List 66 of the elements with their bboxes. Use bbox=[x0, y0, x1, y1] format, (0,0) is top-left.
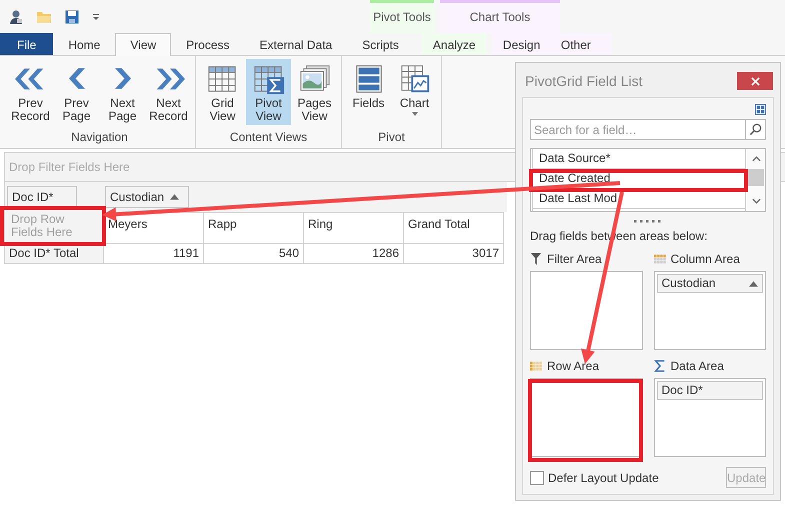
value-cell: 1191 bbox=[104, 244, 204, 264]
close-button[interactable] bbox=[737, 72, 773, 90]
ribbon-tab[interactable]: Process bbox=[171, 33, 245, 55]
value-cell: 3017 bbox=[404, 244, 504, 264]
ribbon-button[interactable]: Prev Page bbox=[54, 59, 99, 125]
ribbon-button[interactable]: Next Page bbox=[100, 59, 145, 125]
ribbon-button[interactable]: Prev Record bbox=[8, 59, 53, 125]
drop-area-box[interactable]: Custodian bbox=[654, 271, 766, 350]
ribbon-button[interactable]: Pivot View bbox=[246, 59, 291, 125]
value-cell: 540 bbox=[204, 244, 304, 264]
area-label: Column Area bbox=[670, 252, 740, 266]
ribbon-tab[interactable]: File bbox=[0, 33, 54, 55]
ribbon-tab[interactable]: Scripts bbox=[347, 33, 414, 55]
drop-area-box[interactable] bbox=[530, 271, 642, 350]
field-list-item[interactable]: Date Last Mod bbox=[532, 189, 746, 209]
contextual-group-label: Pivot Tools bbox=[373, 10, 431, 24]
ribbon-tab[interactable]: Other bbox=[548, 33, 604, 55]
ribbon-button[interactable]: Grid View bbox=[200, 59, 245, 125]
row-grid-icon bbox=[530, 360, 542, 372]
ribbon-button[interactable]: Chart bbox=[392, 59, 437, 125]
value-cell: 1286 bbox=[304, 244, 404, 264]
area-label: Filter Area bbox=[547, 252, 602, 266]
column-header-cell: Grand Total bbox=[404, 212, 504, 244]
splitter-grip-icon[interactable] bbox=[634, 220, 662, 223]
ribbon-tab[interactable]: Home bbox=[53, 33, 116, 55]
search-field[interactable]: Search for a field… bbox=[530, 119, 746, 140]
ribbon-group-label: Pivot bbox=[378, 130, 405, 144]
ribbon-group-label: Content Views bbox=[230, 130, 308, 144]
checkbox-label: Defer Layout Update bbox=[548, 470, 659, 484]
chevron-left-icon bbox=[68, 68, 84, 89]
scroll-thumb[interactable] bbox=[748, 169, 764, 186]
area-field-button[interactable]: Custodian bbox=[656, 274, 763, 293]
field-list-item[interactable]: Data Source* bbox=[532, 149, 746, 169]
chevron-right-icon bbox=[114, 68, 130, 89]
area-label: Data Area bbox=[670, 359, 724, 373]
contextual-group-label: Chart Tools bbox=[470, 10, 530, 24]
filter-icon bbox=[530, 253, 542, 265]
area-field-button[interactable]: Doc ID* bbox=[656, 381, 763, 400]
app-logo-icon bbox=[8, 8, 24, 24]
column-grid-icon bbox=[654, 253, 666, 265]
row-header-cell: Doc ID* Total bbox=[4, 244, 104, 264]
chart-icon bbox=[398, 63, 430, 95]
column-header-cell: Rapp bbox=[204, 212, 304, 244]
ribbon-button[interactable]: Pages View bbox=[292, 59, 337, 125]
customize-caret-icon[interactable] bbox=[92, 12, 100, 20]
scroll-down-icon[interactable] bbox=[752, 198, 760, 204]
column-header-cell: Meyers bbox=[104, 212, 204, 244]
ribbon-button[interactable]: Fields bbox=[346, 59, 391, 125]
ribbon-button[interactable]: Next Record bbox=[146, 59, 191, 125]
search-icon[interactable] bbox=[746, 119, 766, 140]
data-field-button[interactable]: Doc ID* bbox=[7, 186, 77, 208]
save-icon[interactable] bbox=[64, 8, 80, 24]
checkbox[interactable] bbox=[530, 470, 544, 484]
dialog-title: PivotGrid Field List bbox=[525, 73, 642, 89]
layout-icon[interactable] bbox=[755, 104, 766, 115]
sum-icon bbox=[654, 360, 666, 372]
close-icon bbox=[750, 76, 760, 86]
scroll-up-icon[interactable] bbox=[752, 156, 760, 162]
area-label: Row Area bbox=[547, 359, 600, 373]
drop-area-box[interactable]: Doc ID* bbox=[654, 378, 766, 457]
ribbon-tab[interactable]: View bbox=[115, 33, 172, 56]
ribbon-tab[interactable]: Design bbox=[492, 33, 548, 55]
ribbon-group-label: Navigation bbox=[71, 130, 128, 144]
column-field-button[interactable]: Custodian bbox=[105, 186, 189, 208]
ribbon-tab[interactable]: External Data bbox=[244, 33, 348, 55]
column-header-cell: Ring bbox=[304, 212, 404, 244]
